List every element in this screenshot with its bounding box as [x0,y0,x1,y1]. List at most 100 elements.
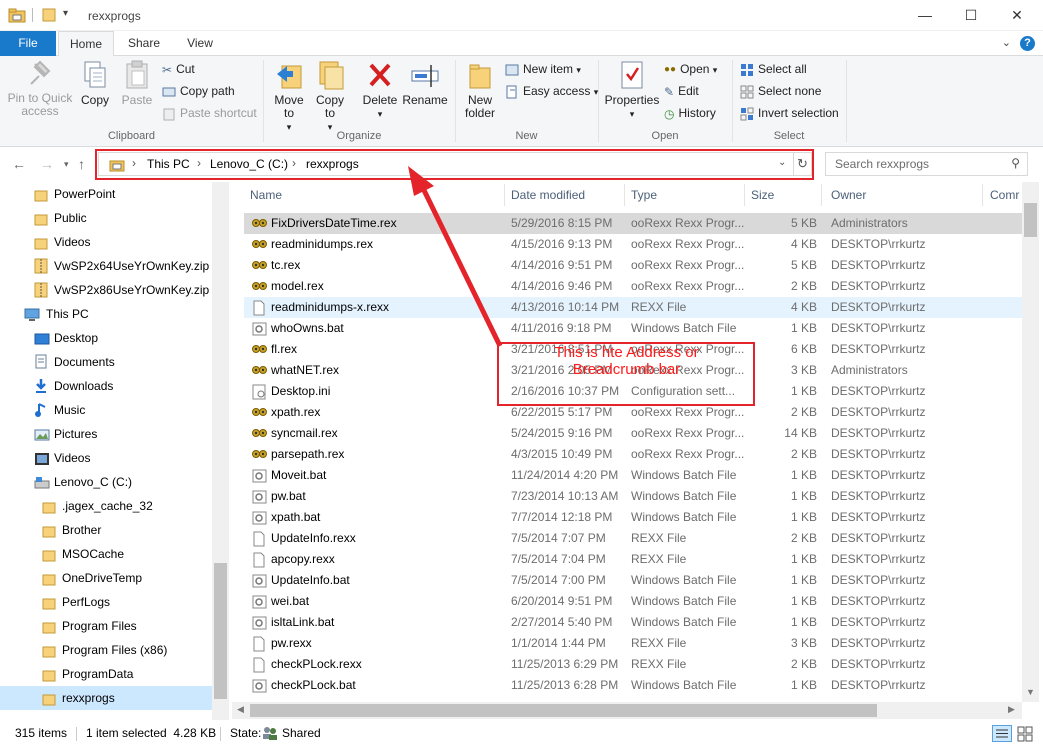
refresh-icon[interactable]: ↻ [797,156,808,172]
file-row[interactable]: readminidumps-x.rexx 4/13/2016 10:14 PM RE… [244,297,1024,318]
breadcrumb-chevron-icon[interactable]: › [197,156,201,170]
cut-button[interactable]: ✂ Cut [162,60,195,78]
nav-item[interactable]: Videos [0,446,212,470]
file-row[interactable]: apcopy.rexx 7/5/2014 7:04 PM REXX File 1 KB… [244,549,1024,570]
column-header-date-modified[interactable]: Date modified [511,182,585,208]
large-icons-view-icon[interactable] [1016,725,1034,742]
open-button[interactable]: ●● Open ▾ [664,60,717,78]
nav-item[interactable]: Brother [0,518,212,542]
copy-path-button[interactable]: Copy path [162,82,235,100]
file-row[interactable]: isltaLink.bat 2/27/2014 5:40 PM Windows Ba… [244,612,1024,633]
column-header-type[interactable]: Type [631,182,657,208]
address-bar[interactable]: › This PC › Lenovo_C (C:) › rexxprogs ⌄ … [98,152,812,176]
nav-scrollbar[interactable] [212,182,229,720]
column-divider[interactable] [744,184,745,206]
pin-quick-access-button[interactable]: Pin to Quick access [6,60,74,118]
forward-arrow-icon[interactable]: → [40,156,54,172]
search-icon[interactable]: ⚲ [1011,156,1020,170]
file-row[interactable]: readminidumps.rex 4/15/2016 9:13 PM ooRexx… [244,234,1024,255]
file-row[interactable]: UpdateInfo.rexx 7/5/2014 7:07 PM REXX File… [244,528,1024,549]
select-all-button[interactable]: Select all [740,60,807,78]
breadcrumb-this-pc[interactable]: This PC [147,157,190,171]
tab-view[interactable]: View [176,31,224,56]
file-list-scrollbar-thumb[interactable] [1024,203,1037,237]
file-row[interactable]: whoOwns.bat 4/11/2016 9:18 PM Windows Batc… [244,318,1024,339]
column-divider[interactable] [821,184,822,206]
history-button[interactable]: ◷ History [664,104,716,122]
copy-to-button[interactable]: Copy to ▾ [312,60,348,134]
breadcrumb-drive[interactable]: Lenovo_C (C:) [210,157,288,171]
recent-locations-icon[interactable]: ▾ [64,159,69,170]
close-button[interactable]: ✕ [994,0,1040,31]
file-row[interactable]: syncmail.rex 5/24/2015 9:16 PM ooRexx Rexx… [244,423,1024,444]
nav-item[interactable]: Lenovo_C (C:) [0,470,212,494]
file-row[interactable]: whatNET.rex 3/21/2016 2:05 PM ooRexx Rexx … [244,360,1024,381]
ribbon-collapse-icon[interactable]: ⌄ [1002,36,1011,49]
breadcrumb-folder[interactable]: rexxprogs [306,157,359,171]
new-item-button[interactable]: New item ▾ [505,60,581,78]
nav-item[interactable]: OneDriveTemp [0,566,212,590]
file-row[interactable]: fl.rex 3/21/2016 8:51 PM ooRexx Rexx Progr… [244,339,1024,360]
paste-shortcut-button[interactable]: Paste shortcut [162,104,257,122]
column-divider[interactable] [624,184,625,206]
search-box[interactable]: ⚲ [825,152,1028,176]
breadcrumb-chevron-icon[interactable]: › [292,156,296,170]
invert-selection-button[interactable]: Invert selection [740,104,839,122]
quick-access-dropdown-icon[interactable]: ▾ [63,8,68,24]
new-folder-quick-icon[interactable] [42,7,56,23]
back-arrow-icon[interactable]: ← [12,156,26,172]
file-row[interactable]: checkPLock.bat 11/25/2013 6:28 PM Windows … [244,675,1024,696]
scroll-down-icon[interactable]: ▼ [1026,687,1035,697]
nav-item[interactable]: Documents [0,350,212,374]
file-row[interactable]: tc.rex 4/14/2016 9:51 PM ooRexx Rexx Progr… [244,255,1024,276]
file-list-scrollbar[interactable]: ▼ [1022,182,1039,702]
tab-file[interactable]: File [0,31,56,56]
new-folder-button[interactable]: New folder [460,60,500,120]
file-row[interactable]: parsepath.rex 4/3/2015 10:49 PM ooRexx Rex… [244,444,1024,465]
nav-item[interactable]: Program Files [0,614,212,638]
paste-button[interactable]: Paste [118,60,156,107]
file-row[interactable]: xpath.rex 6/22/2015 5:17 PM ooRexx Rexx Pr… [244,402,1024,423]
nav-item[interactable]: MSOCache [0,542,212,566]
file-row[interactable]: model.rex 4/14/2016 9:46 PM ooRexx Rexx Pr… [244,276,1024,297]
rename-button[interactable]: Rename [402,60,448,107]
scroll-right-icon[interactable]: ▶ [1008,704,1015,715]
nav-item[interactable]: VwSP2x64UseYrOwnKey.zip [0,254,212,278]
file-row[interactable]: wei.bat 6/20/2014 9:51 PM Windows Batch Fi… [244,591,1024,612]
column-header-computer[interactable]: Comr [990,182,1019,208]
maximize-button[interactable]: ☐ [948,0,994,31]
nav-item[interactable]: Public [0,206,212,230]
column-header-owner[interactable]: Owner [831,182,866,208]
file-row[interactable]: UpdateInfo.bat 7/5/2014 7:00 PM Windows Ba… [244,570,1024,591]
move-to-button[interactable]: Move to ▾ [269,60,309,134]
column-header-name[interactable]: Name [250,182,282,208]
file-list-hscrollbar-thumb[interactable] [250,704,877,717]
scroll-left-icon[interactable]: ◀ [237,704,244,715]
up-arrow-icon[interactable]: ↑ [78,156,85,172]
file-row[interactable]: checkPLock.rexx 11/25/2013 6:29 PM REXX Fi… [244,654,1024,675]
nav-item[interactable]: Music [0,398,212,422]
file-row[interactable]: Moveit.bat 11/24/2014 4:20 PM Windows Batc… [244,465,1024,486]
delete-button[interactable]: Delete ▾ [360,60,400,121]
properties-button[interactable]: Properties ▾ [603,60,661,121]
help-icon[interactable]: ? [1020,36,1035,51]
nav-item[interactable]: Pictures [0,422,212,446]
file-list-hscrollbar[interactable]: ◀ ▶ [232,702,1022,719]
nav-item[interactable]: This PC [0,302,212,326]
edit-button[interactable]: ✎ Edit [664,82,699,100]
file-row[interactable]: Desktop.ini 2/16/2016 10:37 PM Configurati… [244,381,1024,402]
minimize-button[interactable]: — [902,0,948,31]
column-divider[interactable] [504,184,505,206]
select-none-button[interactable]: Select none [740,82,821,100]
nav-item[interactable]: .jagex_cache_32 [0,494,212,518]
file-row[interactable]: FixDriversDateTime.rex 5/29/2016 8:15 PM o… [244,213,1024,234]
nav-item[interactable]: Videos [0,230,212,254]
breadcrumb-chevron-icon[interactable]: › [132,156,136,170]
file-row[interactable]: pw.rexx 1/1/2014 1:44 PM REXX File 3 KB DESK… [244,633,1024,654]
nav-item[interactable]: ProgramData [0,662,212,686]
easy-access-button[interactable]: Easy access ▾ [505,82,598,100]
column-divider[interactable] [982,184,983,206]
nav-item[interactable]: PerfLogs [0,590,212,614]
search-input[interactable] [833,154,1003,174]
nav-item[interactable]: PowerPoint [0,182,212,206]
